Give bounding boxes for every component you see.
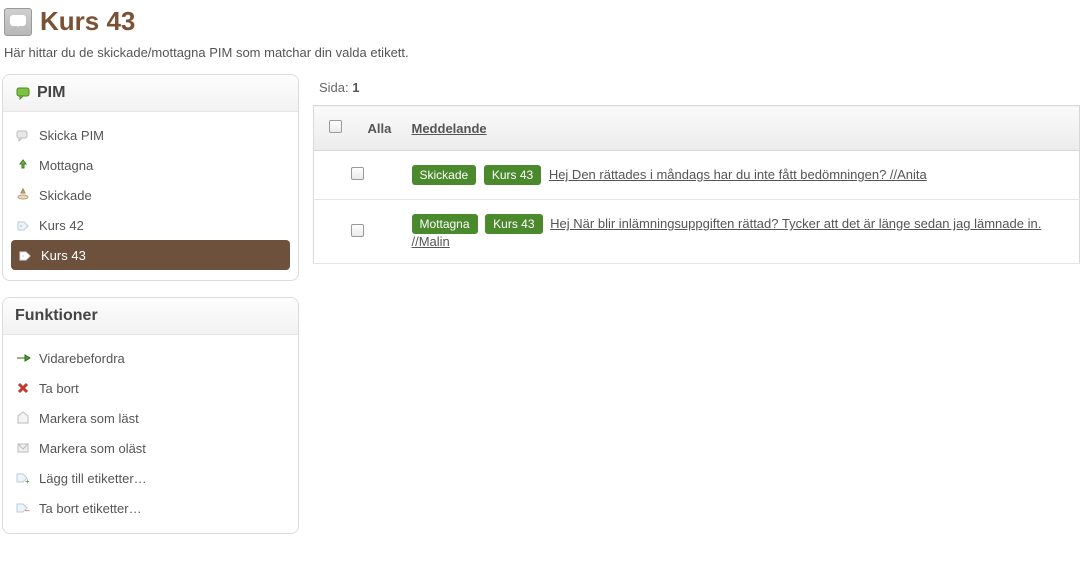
func-label: Markera som läst — [39, 411, 139, 426]
col-meddelande-label[interactable]: Meddelande — [412, 121, 487, 136]
compose-icon — [15, 127, 31, 143]
tag-badge: Kurs 43 — [484, 165, 541, 185]
func-label: Ta bort — [39, 381, 79, 396]
forward-arrow-icon — [15, 350, 31, 366]
table-row: Skickade Kurs 43 Hej Den rättades i månd… — [314, 151, 1080, 200]
envelope-closed-icon — [15, 440, 31, 456]
tag-remove-icon: – — [15, 500, 31, 516]
col-meddelande[interactable]: Meddelande — [402, 106, 1080, 151]
page-description: Här hittar du de skickade/mottagna PIM s… — [0, 45, 1082, 74]
func-vidarebefordra[interactable]: Vidarebefordra — [3, 343, 298, 373]
func-markera-last[interactable]: Markera som läst — [3, 403, 298, 433]
table-row: Mottagna Kurs 43 Hej När blir inlämnings… — [314, 200, 1080, 264]
tag-add-icon: + — [15, 470, 31, 486]
select-all-checkbox[interactable] — [329, 120, 342, 133]
functions-panel-header: Funktioner — [3, 298, 298, 335]
svg-text:–: – — [25, 506, 30, 515]
func-markera-olast[interactable]: Markera som oläst — [3, 433, 298, 463]
func-label: Vidarebefordra — [39, 351, 125, 366]
svg-text:+: + — [25, 477, 30, 485]
tag-badge: Kurs 43 — [485, 214, 542, 234]
pim-panel: PIM Skicka PIM Mottagna — [2, 74, 299, 281]
pim-panel-title: PIM — [37, 84, 65, 102]
nav-item-label: Kurs 42 — [39, 218, 84, 233]
func-label: Ta bort etiketter… — [39, 501, 142, 516]
nav-item-kurs-43[interactable]: Kurs 43 — [11, 240, 290, 270]
status-badge: Skickade — [412, 165, 477, 185]
nav-item-kurs-42[interactable]: Kurs 42 — [3, 210, 298, 240]
nav-item-label: Skicka PIM — [39, 128, 104, 143]
nav-item-label: Skickade — [39, 188, 92, 203]
func-lagg-till-etiketter[interactable]: + Lägg till etiketter… — [3, 463, 298, 493]
functions-panel: Funktioner Vidarebefordra Ta bort — [2, 297, 299, 534]
nav-item-label: Mottagna — [39, 158, 93, 173]
col-checkbox — [314, 106, 358, 151]
messages-table: Alla Meddelande Skickade Kurs 43 Hej Den — [313, 105, 1080, 264]
inbox-icon — [15, 157, 31, 173]
func-label: Lägg till etiketter… — [39, 471, 147, 486]
pim-icon — [15, 85, 31, 101]
page-title: Kurs 43 — [40, 6, 135, 37]
page-number: 1 — [352, 80, 359, 95]
sent-icon — [15, 187, 31, 203]
tag-icon — [17, 247, 33, 263]
col-alla[interactable]: Alla — [358, 106, 402, 151]
pagination: Sida: 1 — [313, 74, 1080, 105]
pim-panel-header: PIM — [3, 75, 298, 112]
row-checkbox[interactable] — [351, 167, 364, 180]
row-checkbox[interactable] — [351, 224, 364, 237]
functions-panel-title: Funktioner — [15, 307, 98, 325]
page-label: Sida: — [319, 80, 349, 95]
status-badge: Mottagna — [412, 214, 478, 234]
tag-icon — [15, 217, 31, 233]
func-label: Markera som oläst — [39, 441, 146, 456]
nav-item-skickade[interactable]: Skickade — [3, 180, 298, 210]
nav-item-label: Kurs 43 — [41, 248, 86, 263]
delete-icon — [15, 380, 31, 396]
func-ta-bort[interactable]: Ta bort — [3, 373, 298, 403]
speech-bubble-icon — [4, 8, 32, 36]
envelope-open-icon — [15, 410, 31, 426]
func-ta-bort-etiketter[interactable]: – Ta bort etiketter… — [3, 493, 298, 523]
message-link[interactable]: Hej Den rättades i måndags har du inte f… — [549, 167, 927, 182]
nav-item-mottagna[interactable]: Mottagna — [3, 150, 298, 180]
nav-item-skicka-pim[interactable]: Skicka PIM — [3, 120, 298, 150]
